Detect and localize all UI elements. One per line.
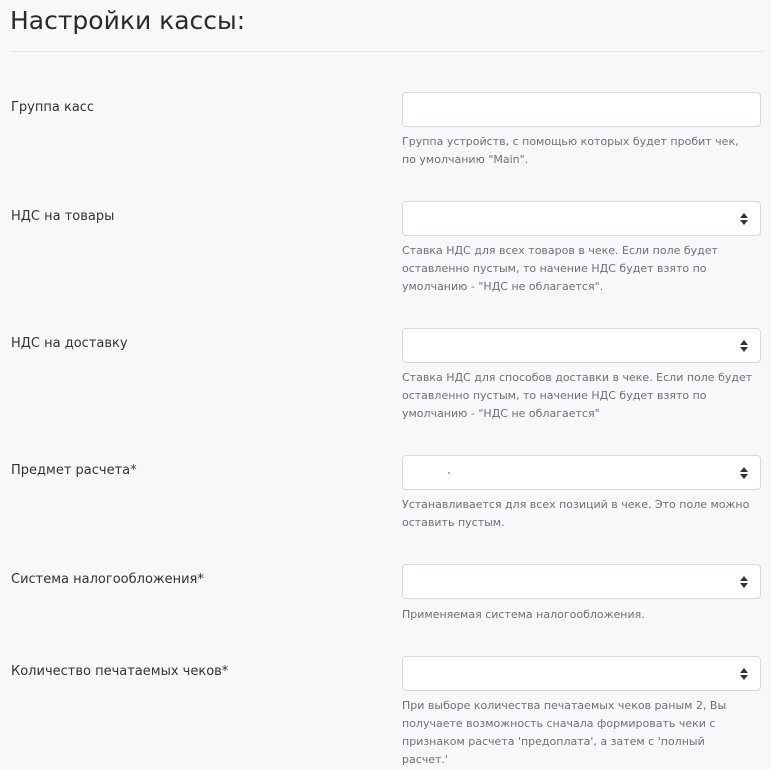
- sort-arrows-icon: [740, 668, 748, 680]
- sort-arrows-icon: [740, 213, 748, 225]
- receipt-count-label: Количество печатаемых чеков*: [11, 664, 229, 679]
- tax-system-help: Применяемая система налогообложения.: [402, 608, 645, 621]
- vat-delivery-select[interactable]: [402, 328, 761, 363]
- vat-delivery-help: Ставка НДС для способов доставки в чеке.…: [402, 371, 753, 420]
- vat-goods-help: Ставка НДС для всех товаров в чеке. Если…: [402, 244, 718, 293]
- cash-group-help: Группа устройств, с помощью которых буде…: [402, 135, 739, 166]
- placeholder-dot: [448, 472, 450, 474]
- title-divider: [10, 51, 763, 52]
- sort-arrows-icon: [740, 340, 748, 352]
- cash-group-input[interactable]: [402, 92, 761, 127]
- sort-arrows-icon: [740, 467, 748, 479]
- cash-group-label: Группа касс: [11, 100, 95, 115]
- payment-subject-select[interactable]: [402, 455, 761, 490]
- sort-arrows-icon: [740, 576, 748, 588]
- payment-subject-label: Предмет расчета*: [11, 463, 137, 478]
- vat-goods-label: НДС на товары: [11, 209, 115, 224]
- receipt-count-help: При выборе количества печатаемых чеков р…: [402, 699, 727, 766]
- receipt-count-select[interactable]: [402, 656, 761, 691]
- tax-system-label: Система налогообложения*: [11, 572, 204, 587]
- vat-goods-select[interactable]: [402, 201, 761, 236]
- vat-delivery-label: НДС на доставку: [11, 336, 128, 351]
- payment-subject-help: Устанавливается для всех позиций в чеке.…: [402, 498, 750, 529]
- page-title: Настройки кассы:: [10, 6, 246, 35]
- tax-system-select[interactable]: [402, 564, 761, 599]
